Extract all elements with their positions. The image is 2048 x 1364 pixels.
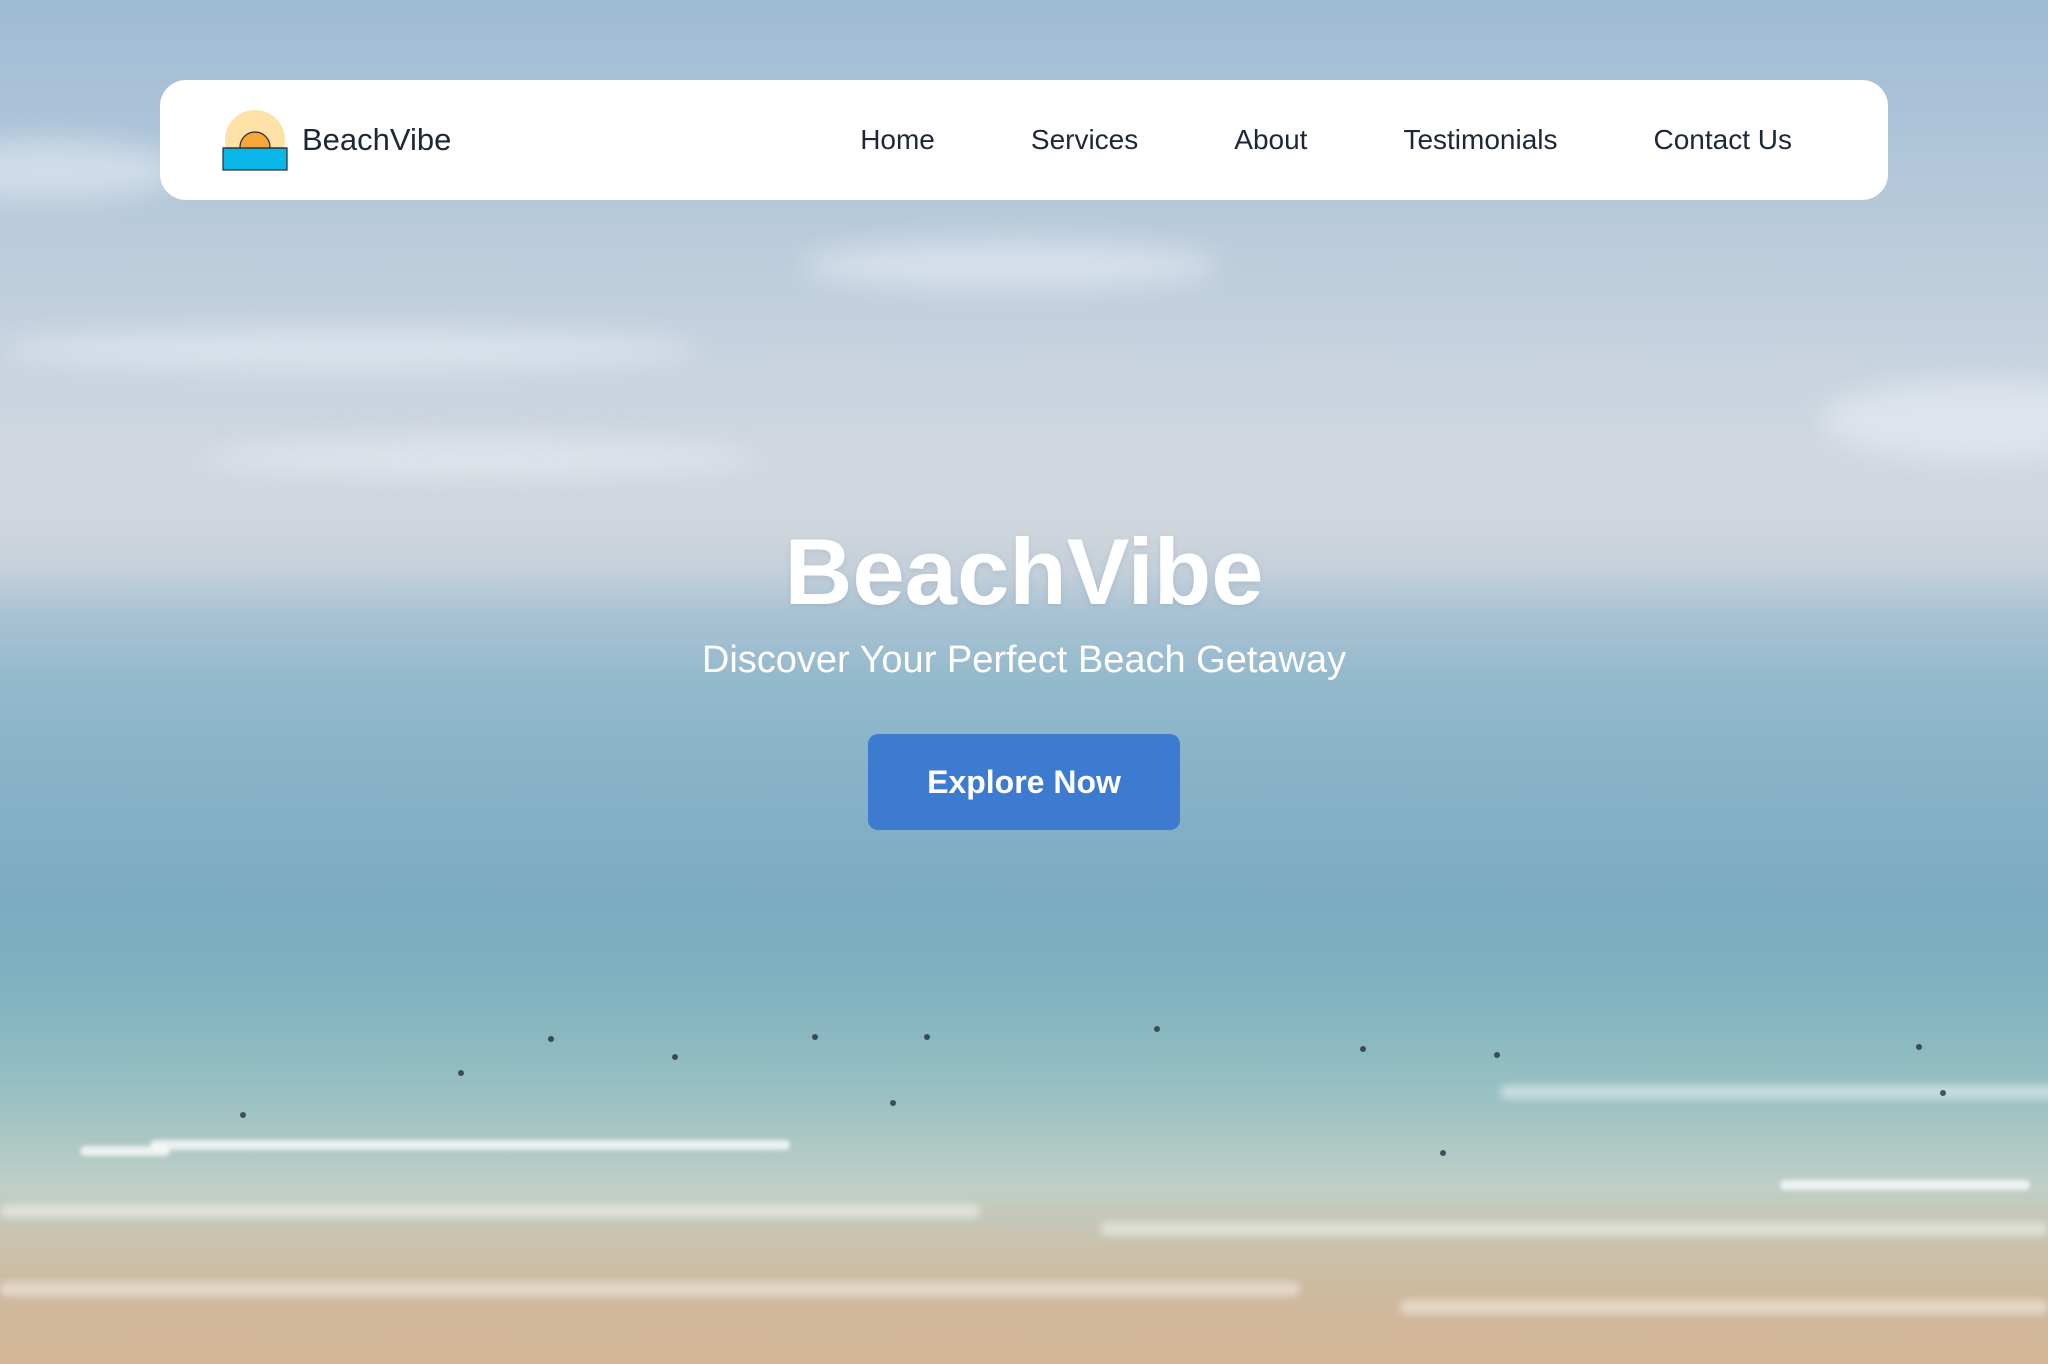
surfer — [812, 1034, 818, 1040]
surfer — [1494, 1052, 1500, 1058]
cloud — [1820, 380, 2048, 460]
surfer — [548, 1036, 554, 1042]
wave — [1100, 1222, 2048, 1236]
surfer — [890, 1100, 896, 1106]
surfer — [1154, 1026, 1160, 1032]
surfer — [1916, 1044, 1922, 1050]
nav-links: Home Services About Testimonials Contact… — [860, 124, 1792, 156]
wave — [1500, 1085, 2048, 1099]
cloud — [800, 240, 1220, 290]
surfer — [1440, 1150, 1446, 1156]
surfer — [240, 1112, 246, 1118]
surfer — [672, 1054, 678, 1060]
wave — [0, 1204, 980, 1218]
hero-section: BeachVibe Discover Your Perfect Beach Ge… — [0, 519, 2048, 831]
wave — [80, 1146, 170, 1156]
nav-link-contact-us[interactable]: Contact Us — [1654, 124, 1793, 156]
sunset-over-water-icon — [222, 110, 288, 171]
nav-link-about[interactable]: About — [1234, 124, 1307, 156]
wave — [1780, 1180, 2030, 1190]
surfer — [924, 1034, 930, 1040]
explore-now-button[interactable]: Explore Now — [868, 734, 1180, 831]
surfer — [458, 1070, 464, 1076]
nav-link-home[interactable]: Home — [860, 124, 935, 156]
wave — [150, 1140, 790, 1150]
hero-subtitle: Discover Your Perfect Beach Getaway — [701, 639, 1347, 682]
wave — [0, 1282, 1300, 1296]
wave — [1400, 1300, 2048, 1314]
brand-name: BeachVibe — [302, 122, 452, 157]
surfer — [1940, 1090, 1946, 1096]
brand[interactable]: BeachVibe — [222, 109, 451, 171]
surfer — [1360, 1046, 1366, 1052]
cloud — [0, 330, 700, 370]
navbar: BeachVibe Home Services About Testimonia… — [160, 80, 1888, 200]
hero-title: BeachVibe — [784, 519, 1264, 624]
nav-link-services[interactable]: Services — [1031, 124, 1138, 156]
cloud — [200, 440, 760, 476]
landing-page: BeachVibe Home Services About Testimonia… — [0, 0, 2048, 1364]
cloud — [0, 140, 180, 200]
nav-link-testimonials[interactable]: Testimonials — [1403, 124, 1557, 156]
